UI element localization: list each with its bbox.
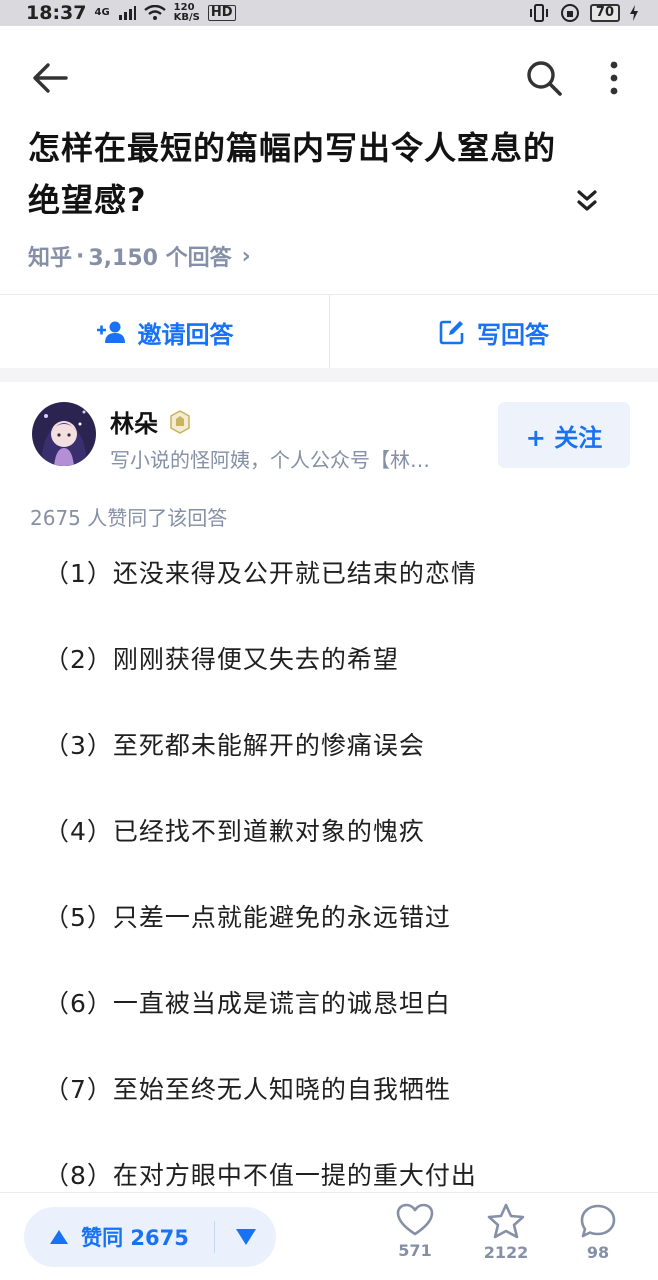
more-button[interactable] [598, 58, 630, 98]
write-answer-label: 写回答 [477, 320, 549, 349]
network-type: 4G [94, 7, 110, 18]
status-right: 70 [528, 3, 638, 23]
follow-button[interactable]: + 关注 [498, 402, 630, 468]
search-icon [527, 61, 562, 96]
alarm-icon [560, 4, 579, 22]
charging-icon [630, 5, 638, 21]
question-meta[interactable]: 知乎 · 3,150 个回答 › [28, 240, 251, 272]
like-count: 571 [398, 1241, 432, 1260]
speed-unit: KB/S [173, 12, 200, 23]
star-button[interactable]: 2122 [474, 1203, 538, 1273]
like-button[interactable]: 571 [383, 1203, 447, 1273]
answer-card: 林朵 写小说的怪阿姨，个人公众号【林… + 关注 2675 人赞同了该回答 （1… [0, 382, 658, 1280]
back-button[interactable] [30, 60, 74, 96]
answer-line: （1）还没来得及公开就已结束的恋情 [44, 559, 477, 588]
avatar-image [32, 402, 96, 466]
answer-line: （5）只差一点就能避免的永远错过 [44, 903, 451, 932]
status-left: 18:37 4G 120 KB/S HD [26, 2, 236, 24]
chevron-right-icon: › [241, 243, 251, 269]
answer-line: （3）至死都未能解开的惨痛误会 [44, 731, 425, 760]
answer-line: （6）一直被当成是谎言的诚恳坦白 [44, 989, 451, 1018]
answer-count: 3,150 个回答 [88, 246, 232, 271]
signal-icon [118, 6, 136, 20]
network-speed: 120 KB/S [174, 3, 200, 23]
more-vertical-icon [610, 61, 618, 95]
comment-icon [580, 1204, 616, 1238]
add-user-icon [96, 321, 125, 343]
action-bar: 邀请回答 写回答 [0, 294, 658, 369]
star-icon [487, 1203, 525, 1239]
question-header: 怎样在最短的篇幅内写出令人窒息的绝望感? 知乎 · 3,150 个回答 › [0, 26, 658, 294]
status-time: 18:37 [26, 2, 87, 24]
section-divider [0, 368, 658, 382]
network-indicator: 4G [94, 8, 109, 18]
answer-line: （2）刚刚获得便又失去的希望 [44, 645, 399, 674]
comment-button[interactable]: 98 [566, 1203, 630, 1273]
vote-summary: 2675 人赞同了该回答 [30, 506, 228, 530]
edit-icon [439, 320, 464, 345]
bottom-action-bar: 赞同 2675 571 2122 98 [0, 1192, 658, 1280]
hd-badge: HD [207, 5, 236, 21]
question-title[interactable]: 怎样在最短的篇幅内写出令人窒息的绝望感? [28, 122, 588, 226]
author-name: 林朵 [110, 410, 158, 438]
comment-count: 98 [586, 1243, 610, 1262]
author-bio: 写小说的怪阿姨，个人公众号【林… [110, 448, 430, 472]
status-bar: 18:37 4G 120 KB/S HD 70 [0, 0, 658, 26]
answer-content: （1）还没来得及公开就已结束的恋情 （2）刚刚获得便又失去的希望 （3）至死都未… [0, 544, 658, 1232]
vibrate-icon [529, 4, 548, 22]
star-count: 2122 [483, 1243, 529, 1262]
answer-line: （7）至始至终无人知晓的自我牺牲 [44, 1075, 451, 1104]
meta-separator: · [76, 243, 85, 269]
answer-line: （4）已经找不到道歉对象的愧疚 [44, 817, 425, 846]
triangle-down-icon [235, 1229, 256, 1245]
search-button[interactable] [522, 56, 566, 100]
avatar[interactable] [32, 402, 96, 466]
vote-control: 赞同 2675 [24, 1207, 276, 1267]
upvote-label: 赞同 2675 [81, 1226, 189, 1250]
downvote-button[interactable] [215, 1207, 276, 1267]
heart-icon [396, 1203, 434, 1236]
wifi-icon [143, 5, 166, 20]
badge-icon [170, 409, 190, 434]
back-arrow-icon [33, 63, 68, 93]
author-name-row[interactable]: 林朵 [110, 404, 192, 439]
invite-answer-button[interactable]: 邀请回答 [0, 295, 329, 369]
triangle-up-icon [50, 1230, 69, 1244]
upvote-button[interactable]: 赞同 2675 [24, 1207, 214, 1267]
battery-level: 70 [589, 4, 620, 22]
invite-answer-label: 邀请回答 [137, 320, 234, 349]
write-answer-button[interactable]: 写回答 [329, 295, 658, 369]
source-label: 知乎 [28, 246, 73, 271]
double-chevron-down-icon [577, 190, 597, 211]
expand-title-button[interactable] [570, 184, 604, 218]
